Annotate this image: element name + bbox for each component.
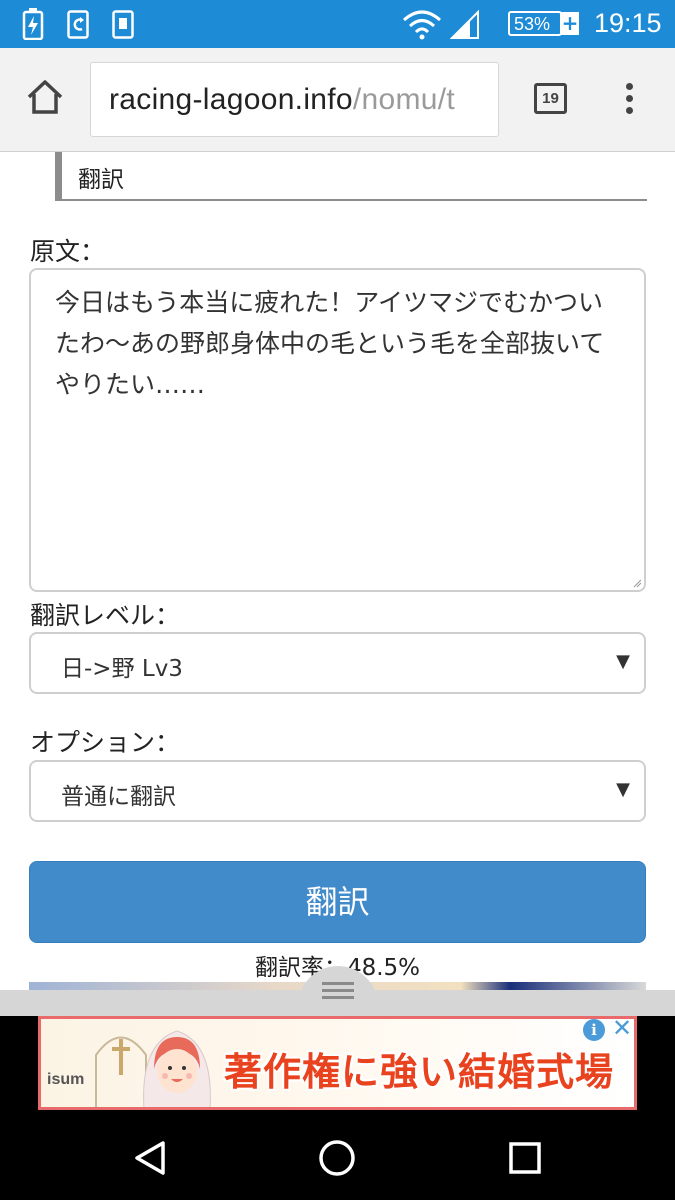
android-nav-bar [0, 1126, 675, 1200]
section-title: 翻訳 [78, 167, 124, 193]
dropdown-arrow-icon: ▼ [616, 651, 630, 672]
section-header: 翻訳 [55, 152, 647, 201]
phone-app-icon [112, 10, 134, 39]
option-select[interactable]: 普通に翻訳 ▼ [29, 760, 646, 822]
source-text: 今日はもう本当に疲れた！アイツマジでむかついたわ〜あの野郎身体中の毛という毛を全… [55, 288, 605, 399]
wifi-icon [403, 10, 441, 40]
drag-handle-icon[interactable] [322, 982, 354, 1003]
tabs-icon[interactable]: 19 [534, 83, 567, 114]
level-select[interactable]: 日->野 Lv3 ▼ [29, 632, 646, 694]
overflow-menu-icon[interactable] [626, 83, 634, 114]
tab-count: 19 [542, 90, 559, 107]
level-value: 日->野 Lv3 [61, 656, 183, 682]
source-label: 原文： [30, 237, 106, 266]
recents-icon[interactable] [508, 1141, 542, 1175]
ad-info-icon[interactable]: i [583, 1019, 605, 1041]
level-label: 翻訳レベル： [30, 601, 181, 630]
home-icon[interactable] [26, 78, 64, 116]
browser-toolbar: racing-lagoon.info/nomu/t 19 [0, 48, 675, 152]
resize-grip-icon[interactable] [632, 578, 642, 588]
url-text: racing-lagoon.info/nomu/t [109, 83, 455, 117]
bride-illustration-icon [143, 1030, 211, 1107]
back-icon[interactable] [133, 1140, 167, 1176]
sync-app-icon [67, 10, 89, 39]
source-textarea[interactable]: 今日はもう本当に疲れた！アイツマジでむかついたわ〜あの野郎身体中の毛という毛を全… [29, 268, 646, 592]
battery-percent: 53% [514, 14, 551, 34]
dropdown-arrow-icon: ▼ [616, 779, 630, 800]
signal-icon [450, 10, 479, 39]
home-nav-icon[interactable] [318, 1139, 356, 1177]
charging-plus-icon: + [561, 11, 579, 35]
status-bar: 53% + 19:15 [0, 0, 675, 48]
ad-banner[interactable]: isum 著作権に強い結婚式場 [38, 1016, 637, 1110]
battery-indicator: 53% [508, 11, 562, 36]
translate-button[interactable]: 翻訳 [29, 861, 646, 943]
ad-brand: isum [47, 1071, 85, 1088]
ad-headline: 著作権に強い結婚式場 [224, 1050, 615, 1094]
option-label: オプション： [30, 728, 181, 757]
option-value: 普通に翻訳 [61, 784, 176, 810]
url-bar[interactable]: racing-lagoon.info/nomu/t [90, 62, 499, 137]
battery-charging-icon [22, 8, 44, 40]
ad-close-icon[interactable]: ✕ [610, 1016, 634, 1040]
clock: 19:15 [594, 8, 662, 38]
url-host: racing-lagoon.info [109, 83, 353, 116]
url-path: /nomu/t [352, 83, 456, 116]
